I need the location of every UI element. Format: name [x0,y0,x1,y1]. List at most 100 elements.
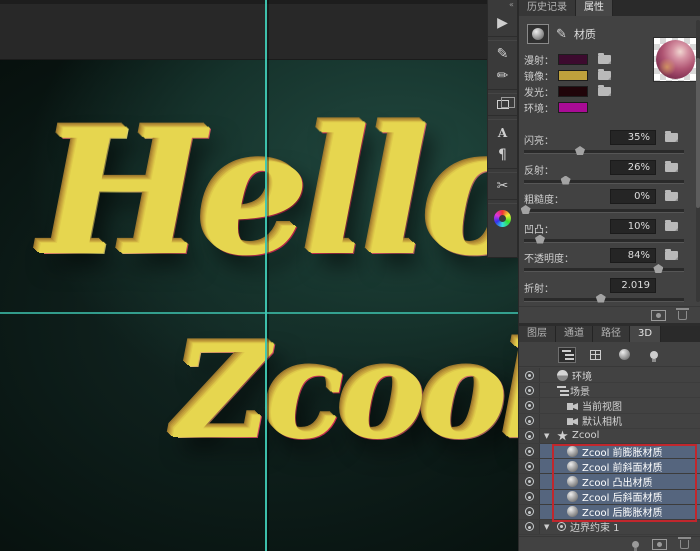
filter-lights-icon[interactable] [645,347,663,363]
material-icon [567,446,578,457]
visibility-toggle[interactable] [519,429,540,443]
tab-channels[interactable]: 通道 [556,326,593,342]
filter-whole-scene-icon[interactable] [558,347,576,363]
actions-panel-icon[interactable]: ▶ [488,12,517,34]
brush-panel-icon[interactable]: ✏ [488,65,517,87]
tree-row-default-camera[interactable]: 默认相机 [519,414,700,429]
environment-icon [557,370,568,381]
shine-slider-thumb[interactable] [575,146,585,155]
material-sliders: 闪亮： 35% 反射： 26% 粗糙度： 0% [524,130,696,307]
dock-divider [488,89,517,94]
roughness-texture-folder-icon[interactable] [665,192,678,201]
reflection-slider-track[interactable] [524,180,684,183]
specular-color-swatch[interactable] [558,70,588,81]
eye-icon [525,416,534,425]
opacity-slider-track[interactable] [524,268,684,271]
reflection-texture-folder-icon[interactable] [665,163,678,172]
bump-texture-folder-icon[interactable] [665,222,678,231]
ambient-label: 环境： [524,100,556,115]
refraction-slider-thumb[interactable] [596,294,606,303]
visibility-toggle[interactable] [519,505,540,519]
filter-meshes-icon[interactable] [587,347,605,363]
visibility-toggle[interactable] [519,474,540,488]
tab-3d[interactable]: 3D [630,326,661,342]
tree-row-front-inflation-material[interactable]: Zcool 前膨胀材质 [519,444,700,459]
vertical-guide [265,0,267,551]
reflection-value[interactable]: 26% [610,160,656,175]
roughness-slider-track[interactable] [524,209,684,212]
diffuse-row: 漫射： [524,52,611,66]
visibility-toggle[interactable] [519,459,540,473]
visibility-toggle[interactable] [519,368,540,382]
paint-material-icon[interactable]: ✎ [556,27,567,42]
expand-panels-icon[interactable]: » [509,0,514,9]
delete-icon[interactable] [680,540,689,549]
diffuse-color-swatch[interactable] [558,54,588,65]
shine-texture-folder-icon[interactable] [665,133,678,142]
visibility-toggle[interactable] [519,414,540,428]
tree-row-environment[interactable]: 环境 [519,368,700,383]
roughness-slider-thumb[interactable] [521,205,531,214]
3d-panel: 图层 通道 路径 3D 环境 场景 [519,326,700,551]
tree-row-scene[interactable]: 场景 [519,383,700,398]
visibility-toggle[interactable] [519,520,540,534]
opacity-value[interactable]: 84% [610,248,656,263]
opacity-texture-folder-icon[interactable] [665,251,678,260]
paragraph-panel-icon[interactable]: ¶ [488,144,517,166]
render-icon[interactable] [651,310,666,321]
properties-tabbar: 历史记录 属性 [519,0,700,16]
brush-presets-panel-icon[interactable]: ✎ [488,43,517,65]
visibility-toggle[interactable] [519,490,540,504]
opacity-slider-thumb[interactable] [653,264,663,273]
properties-scrollbar[interactable] [696,20,700,302]
new-light-icon[interactable] [632,541,639,548]
illumination-texture-folder-icon[interactable] [598,87,611,96]
refraction-slider-row: 折射： 2.019 [524,278,696,308]
visibility-toggle[interactable] [519,444,540,458]
material-mode-row: ✎ 材质 [527,22,596,46]
tool-presets-panel-icon[interactable]: ✂ [488,175,517,197]
tree-row-zcool-mesh[interactable]: ▼Zcool [519,429,700,444]
refraction-value[interactable]: 2.019 [610,278,656,293]
tree-row-back-bevel-material[interactable]: Zcool 后斜面材质 [519,490,700,505]
photoshop-window: Hello Zcool » ▶ ✎ ✏ A ¶ ✂ 历史记录 属性 ✎ [0,0,700,551]
tree-row-current-view[interactable]: 当前视图 [519,398,700,413]
clone-source-panel-icon[interactable] [497,100,509,109]
filter-materials-icon[interactable] [616,347,634,363]
visibility-toggle[interactable] [519,398,540,412]
tree-row-boundary-constraint[interactable]: ▼边界约束 1 [519,520,700,535]
tab-layers[interactable]: 图层 [519,326,556,342]
new-camera-icon[interactable] [652,539,667,550]
roughness-value[interactable]: 0% [610,189,656,204]
color-themes-panel-icon[interactable] [494,210,511,227]
reflection-slider-thumb[interactable] [561,176,571,185]
character-panel-icon[interactable]: A [488,122,517,144]
bump-value[interactable]: 10% [610,219,656,234]
diffuse-texture-folder-icon[interactable] [598,55,611,64]
twirl-icon[interactable]: ▼ [544,432,553,440]
tab-paths[interactable]: 路径 [593,326,630,342]
material-sphere-toggle-icon[interactable] [527,24,549,44]
delete-icon[interactable] [678,311,687,320]
shine-label: 闪亮： [524,132,554,147]
scrollbar-thumb[interactable] [696,58,700,208]
specular-texture-folder-icon[interactable] [598,71,611,80]
tab-properties[interactable]: 属性 [576,0,613,16]
refraction-slider-track[interactable] [524,298,684,301]
material-preview-ball[interactable]: ◂ [653,37,698,82]
illumination-color-swatch[interactable] [558,86,588,97]
tab-history[interactable]: 历史记录 [519,0,576,16]
panel-dock: » ▶ ✎ ✏ A ¶ ✂ [487,0,518,258]
material-sphere-glint [658,58,676,76]
bump-slider-track[interactable] [524,239,684,242]
visibility-toggle[interactable] [519,383,540,397]
shine-value[interactable]: 35% [610,130,656,145]
tree-row-front-bevel-material[interactable]: Zcool 前斜面材质 [519,459,700,474]
shine-slider-track[interactable] [524,150,684,153]
bump-slider-thumb[interactable] [535,235,545,244]
material-icon [567,461,578,472]
ambient-color-swatch[interactable] [558,102,588,113]
twirl-icon[interactable]: ▼ [544,523,553,531]
tree-row-extrusion-material[interactable]: Zcool 凸出材质 [519,474,700,489]
tree-row-back-inflation-material[interactable]: Zcool 后膨胀材质 [519,505,700,520]
